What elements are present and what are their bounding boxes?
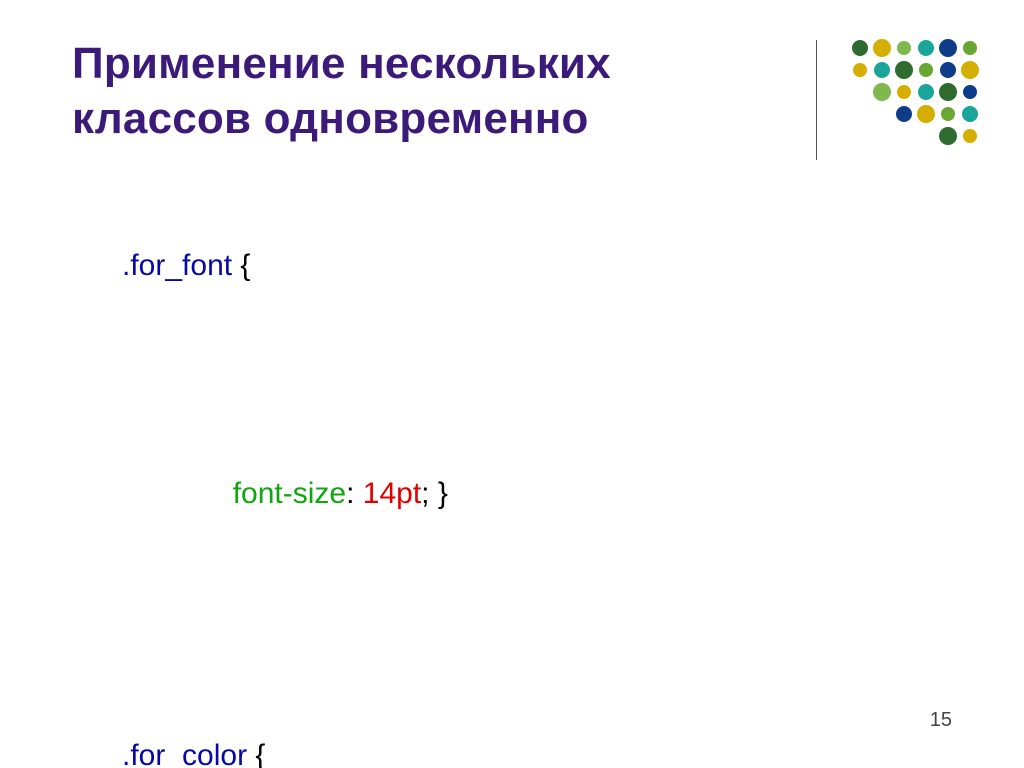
- slide-title-line2: классов одновременно: [72, 91, 792, 146]
- title-divider: [816, 40, 817, 160]
- slide-title-block: Применение нескольких классов одновремен…: [72, 36, 792, 146]
- css-rule-2-selector-line: .for_color {: [72, 670, 952, 768]
- css-value: 14pt: [363, 477, 421, 510]
- css-rule-1-declaration-line: font-size: 14pt; }: [72, 351, 952, 636]
- css-rule-1-selector-line: .for_font {: [72, 180, 952, 351]
- css-property: font-size: [233, 477, 346, 510]
- slide-body: .for_font { font-size: 14pt; } .for_colo…: [72, 180, 952, 768]
- css-colon: :: [346, 477, 363, 510]
- css-brace-open: {: [232, 249, 250, 282]
- css-end: ; }: [421, 477, 448, 510]
- slide: Применение нескольких классов одновремен…: [0, 0, 1024, 768]
- page-number: 15: [930, 709, 952, 732]
- css-selector: .for_font: [122, 249, 232, 282]
- slide-title-line1: Применение нескольких: [72, 36, 792, 91]
- spacer: [72, 636, 952, 670]
- css-selector: .for_color: [122, 739, 247, 768]
- decorative-dots-icon: [848, 36, 988, 152]
- css-brace-open: {: [247, 739, 265, 768]
